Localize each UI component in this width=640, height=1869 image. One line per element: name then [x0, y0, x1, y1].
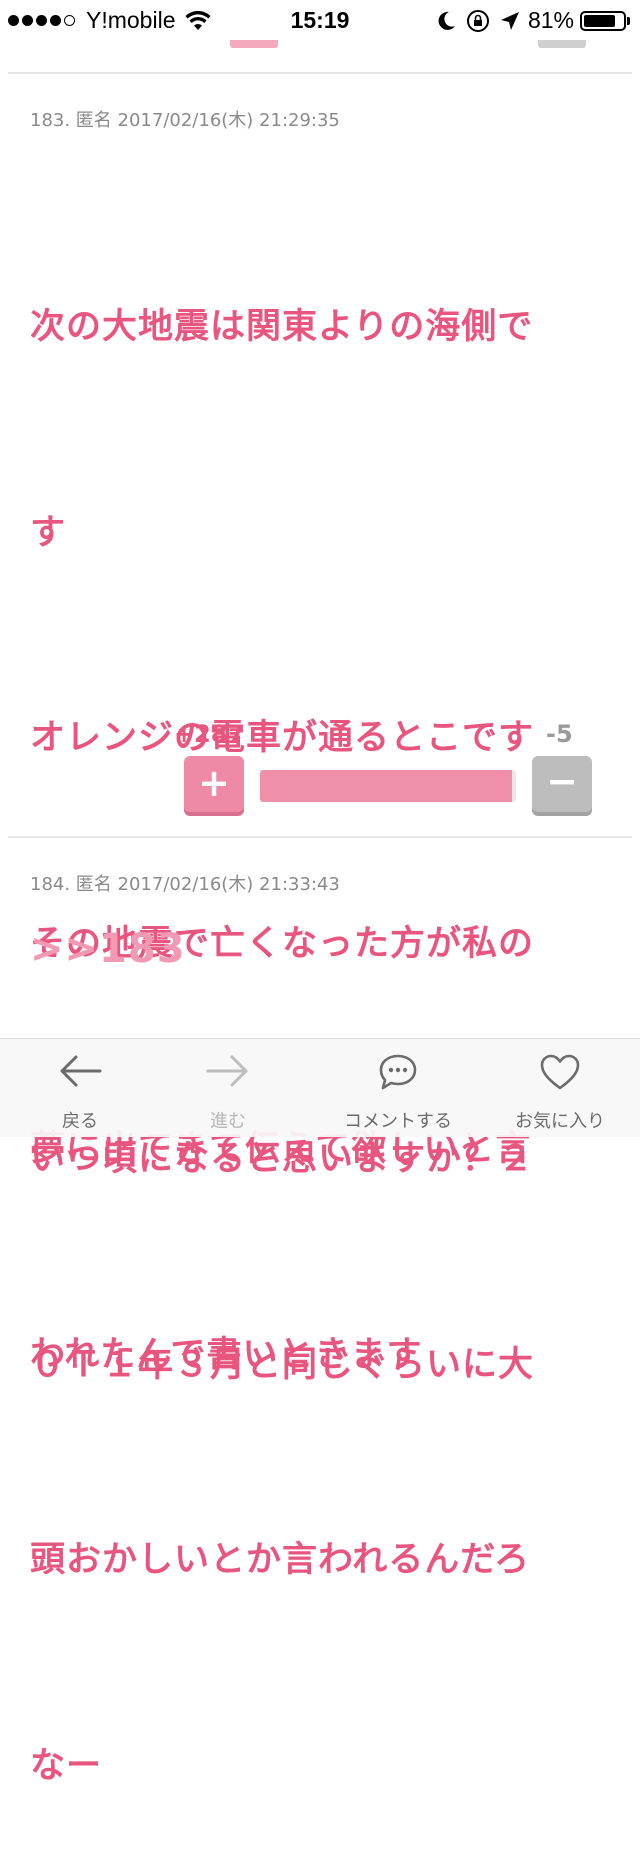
moon-icon: [438, 11, 455, 30]
battery-icon: [580, 10, 630, 31]
forward-button[interactable]: 進む: [148, 1039, 308, 1137]
forward-arrow-icon: [206, 1055, 248, 1087]
rotation-lock-icon: [466, 9, 489, 32]
speech-bubble-icon: [379, 1054, 417, 1090]
header-plus-button-edge: [230, 40, 278, 48]
comment-line: ０Ｔ１年３月と同じぐらいに大: [30, 1344, 535, 1385]
status-right: 81%: [428, 7, 630, 34]
minus-vote-button[interactable]: −: [532, 756, 592, 812]
plus-vote-button[interactable]: +: [184, 756, 244, 812]
bottom-toolbar: 戻る 進む コメントする お気に入り: [0, 1038, 640, 1137]
minus-vote-count: -5: [546, 720, 573, 748]
back-label: 戻る: [62, 1111, 98, 1132]
battery-percent: 81%: [527, 7, 574, 33]
header-remnant: [0, 40, 640, 52]
comment-divider: [8, 836, 632, 838]
comment-meta: 183. 匿名 2017/02/16(木) 21:29:35: [30, 110, 340, 131]
header-minus-button-edge: [538, 40, 586, 48]
heart-icon: [540, 1054, 580, 1090]
favorite-label: お気に入り: [515, 1111, 605, 1132]
location-arrow-icon: [500, 11, 519, 30]
comment-divider: [8, 72, 632, 74]
comment-line: 頭おかしいとか言われるんだろ: [30, 1540, 531, 1580]
comment-button[interactable]: コメントする: [318, 1039, 478, 1137]
comment-meta: 184. 匿名 2017/02/16(木) 21:33:43: [30, 874, 340, 895]
status-bar: Y!mobile 15:19 81%: [0, 0, 640, 40]
vote-ratio-bar: [260, 770, 516, 802]
comment-line: 次の大地震は関東よりの海側で: [30, 307, 534, 347]
vote-ratio-fill: [260, 770, 512, 802]
plus-vote-count: +287: [174, 720, 245, 748]
comment-line: なー: [30, 1745, 103, 1786]
favorite-button[interactable]: お気に入り: [480, 1039, 640, 1137]
comment-line: す: [30, 512, 67, 553]
forward-label: 進む: [210, 1111, 246, 1132]
comment-label: コメントする: [344, 1111, 452, 1132]
back-button[interactable]: 戻る: [0, 1039, 160, 1137]
reply-anchor-link[interactable]: >>183: [30, 926, 186, 972]
back-arrow-icon: [60, 1055, 102, 1087]
